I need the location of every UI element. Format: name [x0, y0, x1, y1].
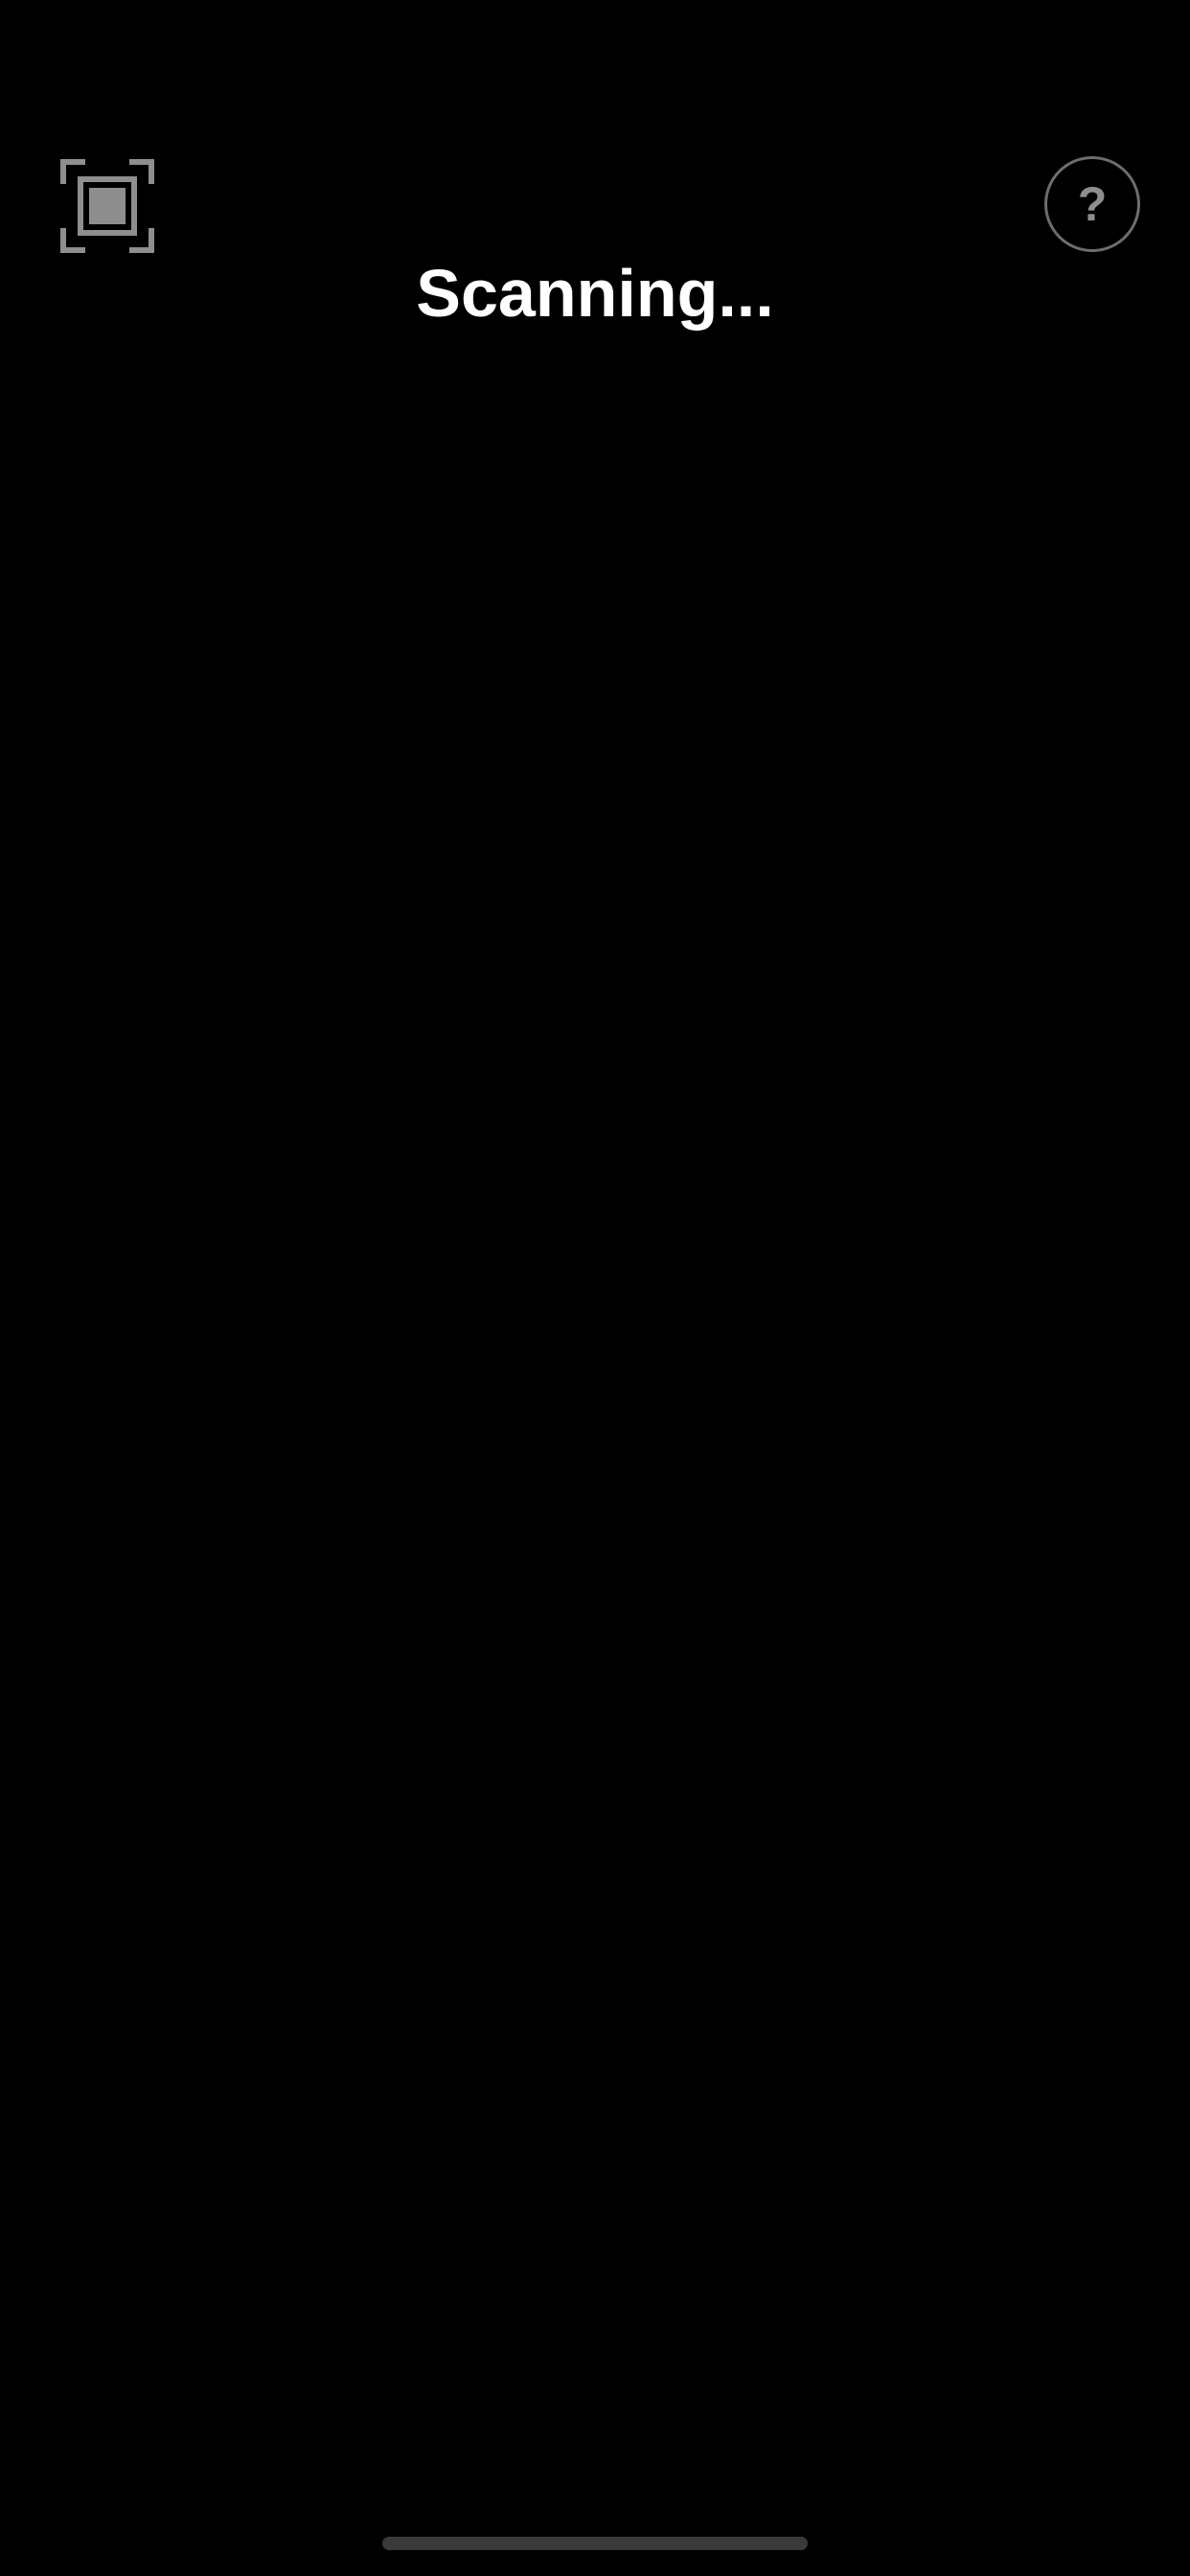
- home-indicator[interactable]: [382, 2537, 808, 2550]
- scan-frame-icon: [60, 159, 154, 253]
- question-mark-icon: ?: [1077, 177, 1108, 231]
- page-title: Scanning...: [416, 256, 774, 331]
- help-button[interactable]: ?: [1044, 156, 1140, 252]
- scan-mode-button[interactable]: [59, 158, 155, 254]
- scanner-screen: ? Scanning...: [0, 0, 1190, 2576]
